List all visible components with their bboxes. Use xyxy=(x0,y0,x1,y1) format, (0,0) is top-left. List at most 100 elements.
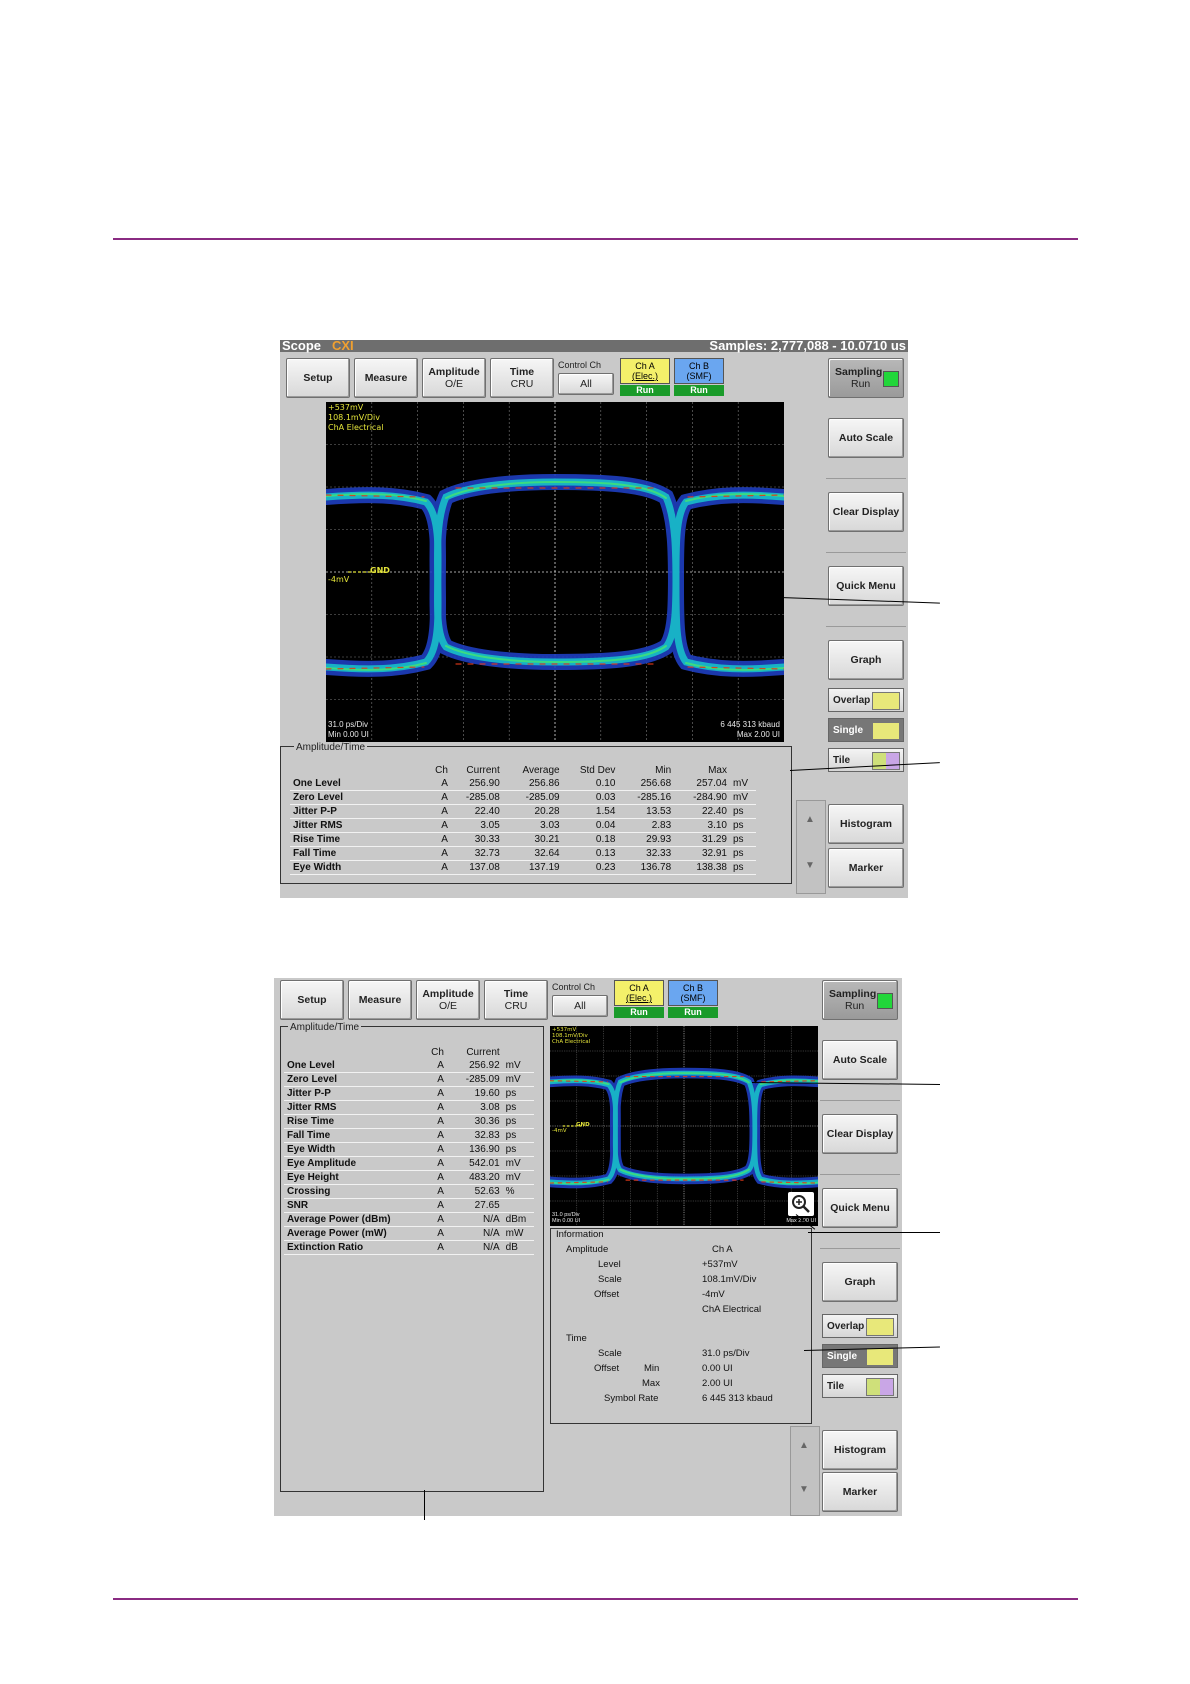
time-heading: Time xyxy=(566,1333,587,1344)
table-row: Eye Width A 136.90 ps xyxy=(284,1142,534,1157)
clear-display-button[interactable]: Clear Display xyxy=(828,492,904,532)
measurement-table-title: Amplitude/Time xyxy=(294,742,368,753)
information-content: Information Amplitude Ch A Level +537mV … xyxy=(554,1228,810,1422)
single-icon xyxy=(872,722,900,740)
quick-menu-button[interactable]: Quick Menu xyxy=(822,1188,898,1228)
table-row: Eye Width A 137.08 137.19 0.23 136.78 138.38 ps xyxy=(290,860,756,875)
offset-value: -4mV xyxy=(702,1289,725,1300)
scroll-up-icon[interactable]: ▲ xyxy=(805,814,815,825)
channel-a-button[interactable]: Ch A (Elec.) xyxy=(620,358,670,384)
table-row: Jitter RMS A 3.05 3.03 0.04 2.83 3.10 ps xyxy=(290,818,756,833)
separator xyxy=(820,1248,900,1249)
table-header-row: Ch Current xyxy=(431,1047,500,1058)
amplitude-heading: Amplitude xyxy=(566,1244,609,1255)
overlap-toggle[interactable]: Overlap xyxy=(822,1314,898,1338)
measurement-table: Ch Current Average Std Dev Min Max One L… xyxy=(290,764,756,875)
measurement-table-title: Amplitude/Time xyxy=(288,1022,362,1033)
time-scale-label: Scale xyxy=(598,1348,622,1359)
eye-diagram xyxy=(550,1026,818,1226)
auto-scale-button[interactable]: Auto Scale xyxy=(828,418,904,458)
plot-readout-bottom-left: 31.0 ps/Div Min 0.00 UI xyxy=(328,720,369,739)
channel-b-run-indicator: Run xyxy=(674,385,724,396)
control-ch-label: Control Ch xyxy=(558,360,602,370)
separator xyxy=(826,626,906,627)
scroll-down-icon[interactable]: ▼ xyxy=(805,860,815,871)
sampling-run-button[interactable]: Sampling Run xyxy=(828,358,904,398)
scroll-up-icon[interactable]: ▲ xyxy=(799,1440,809,1451)
single-toggle[interactable]: Single xyxy=(828,718,904,742)
marker-button[interactable]: Marker xyxy=(828,848,904,888)
table-row: SNR A 27.65 xyxy=(284,1198,534,1213)
offset-label: -4mV xyxy=(552,1128,567,1134)
separator xyxy=(826,552,906,553)
control-all-button[interactable]: All xyxy=(558,373,614,395)
max-value: 2.00 UI xyxy=(702,1378,733,1389)
level-value: +537mV xyxy=(702,1259,738,1270)
scale-label: Scale xyxy=(598,1274,622,1285)
setup-button[interactable]: Setup xyxy=(280,980,344,1020)
scale-value: 108.1mV/Div xyxy=(702,1274,757,1285)
gnd-label: GND xyxy=(370,566,390,575)
channel-b-run-indicator: Run xyxy=(668,1007,718,1018)
graph-button[interactable]: Graph xyxy=(822,1262,898,1302)
sampling-led-icon xyxy=(883,371,899,387)
marker-button[interactable]: Marker xyxy=(822,1472,898,1512)
channel-a-button[interactable]: Ch A (Elec.) xyxy=(614,980,664,1006)
zoom-in-icon[interactable] xyxy=(788,1192,814,1216)
table-row: Fall Time A 32.83 ps xyxy=(284,1128,534,1143)
footer-rule xyxy=(113,1598,1078,1600)
plot-readout-bottom-right: 6 445 313 kbaud Max 2.00 UI xyxy=(720,720,780,739)
tile-icon xyxy=(872,752,900,770)
eye-diagram xyxy=(326,402,784,742)
histogram-button[interactable]: Histogram xyxy=(828,804,904,844)
channel-b-button[interactable]: Ch B (SMF) xyxy=(668,980,718,1006)
amplitude-button[interactable]: Amplitude O/E xyxy=(422,358,486,398)
table-row: Average Power (mW) A N/A mW xyxy=(284,1226,534,1241)
control-ch-label: Control Ch xyxy=(552,982,596,992)
table-row: Jitter RMS A 3.08 ps xyxy=(284,1100,534,1115)
measure-button[interactable]: Measure xyxy=(354,358,418,398)
tile-icon xyxy=(866,1378,894,1396)
setup-button[interactable]: Setup xyxy=(286,358,350,398)
plot-readout-top-left: +537mV 108.1mV/Div ChA Electrical xyxy=(552,1027,591,1045)
separator xyxy=(820,1174,900,1175)
plot-readout-bottom-left: 31.0 ps/Div Min 0.00 UI xyxy=(552,1212,581,1224)
table-row: Zero Level A -285.08 -285.09 0.03 -285.16 -284… xyxy=(290,790,756,805)
level-label: Level xyxy=(598,1259,621,1270)
channel-a-run-indicator: Run xyxy=(620,385,670,396)
table-row: One Level A 256.90 256.86 0.10 256.68 257.04 mV xyxy=(290,777,756,791)
time-scale-value: 31.0 ps/Div xyxy=(702,1348,750,1359)
eye-diagram-display[interactable]: +537mV 108.1mV/Div ChA Electrical GND -4mV… xyxy=(326,402,784,742)
table-row: Rise Time A 30.36 ps xyxy=(284,1114,534,1129)
amplitude-button[interactable]: Amplitude O/E xyxy=(416,980,480,1020)
table-row: Eye Height A 483.20 mV xyxy=(284,1170,534,1185)
scroll-down-icon[interactable]: ▼ xyxy=(799,1484,809,1495)
header-rule xyxy=(113,238,1078,240)
control-all-button[interactable]: All xyxy=(552,995,608,1017)
time-button[interactable]: Time CRU xyxy=(484,980,548,1020)
scope-screen-1: Scope CXI Samples: 2,777,088 - 10.0710 u… xyxy=(280,340,908,898)
table-row: Jitter P-P A 22.40 20.28 1.54 13.53 22.40 ps xyxy=(290,804,756,819)
symbol-rate-label: Symbol Rate xyxy=(604,1393,659,1404)
table-header-row: Ch Current Average Std Dev Min Max xyxy=(435,765,727,776)
gnd-label: GND xyxy=(576,1122,590,1128)
table-row: Rise Time A 30.33 30.21 0.18 29.93 31.29 ps xyxy=(290,832,756,847)
min-label: Min xyxy=(644,1363,660,1374)
table-row: Average Power (dBm) A N/A dBm xyxy=(284,1212,534,1227)
measure-button[interactable]: Measure xyxy=(348,980,412,1020)
overlap-toggle[interactable]: Overlap xyxy=(828,688,904,712)
eye-diagram-display[interactable]: +537mV 108.1mV/Div ChA Electrical GND -4mV… xyxy=(550,1026,818,1226)
channel-b-button[interactable]: Ch B (SMF) xyxy=(674,358,724,384)
time-offset-label: Offset xyxy=(594,1363,620,1374)
table-row: Extinction Ratio A N/A dB xyxy=(284,1240,534,1255)
information-title: Information xyxy=(556,1229,604,1240)
callout-line xyxy=(808,1232,940,1233)
clear-display-button[interactable]: Clear Display xyxy=(822,1114,898,1154)
time-button[interactable]: Time CRU xyxy=(490,358,554,398)
auto-scale-button[interactable]: Auto Scale xyxy=(822,1040,898,1080)
channel-a-run-indicator: Run xyxy=(614,1007,664,1018)
sampling-run-button[interactable]: Sampling Run xyxy=(822,980,898,1020)
graph-button[interactable]: Graph xyxy=(828,640,904,680)
tile-toggle[interactable]: Tile xyxy=(822,1374,898,1398)
histogram-button[interactable]: Histogram xyxy=(822,1430,898,1470)
